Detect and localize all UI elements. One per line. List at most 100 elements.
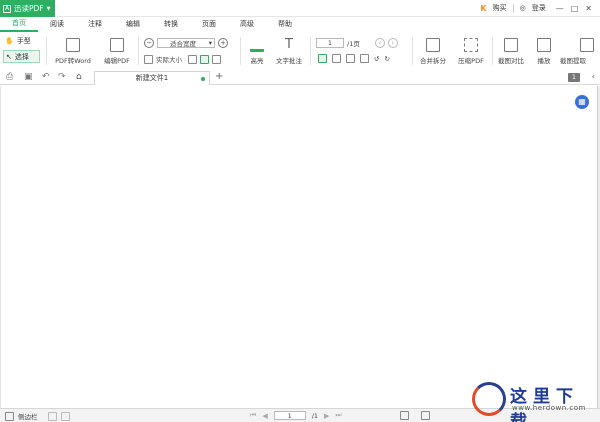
minimize-button[interactable]: — <box>556 4 564 13</box>
hand-label: 手型 <box>16 37 31 45</box>
rotate-left-icon[interactable]: ↺ <box>374 55 379 63</box>
prev-page-button[interactable]: ◀ <box>262 412 267 420</box>
status-back-icon[interactable] <box>47 411 57 421</box>
fit-page-icon[interactable] <box>188 54 197 64</box>
new-tab-button[interactable]: + <box>215 71 223 82</box>
print-icon[interactable]: ⎙ <box>6 72 13 82</box>
zoom-in-icon[interactable]: + <box>218 38 228 48</box>
maximize-button[interactable]: □ <box>571 4 579 13</box>
select-tool-button[interactable]: ↖ 选择 <box>3 50 40 63</box>
status-page-total: /1 <box>311 411 319 420</box>
tab-convert[interactable]: 转换 <box>152 17 190 31</box>
save-icon[interactable]: ▣ <box>24 72 33 82</box>
app-menu-button[interactable]: A 迅读PDF ▼ <box>0 0 55 17</box>
page-nav-row: 1 /1页 ‹ › <box>316 38 398 48</box>
watermark-text: 这里下载 <box>510 387 579 422</box>
play-button[interactable]: 播放 <box>532 33 556 69</box>
redo-icon[interactable]: ↷ <box>58 72 66 82</box>
prev-page-icon[interactable]: ‹ <box>374 38 385 48</box>
fit-width-icon[interactable] <box>200 54 209 64</box>
pdf-to-word-label: PDF转Word <box>55 56 91 65</box>
document-tab-label: 新建文件1 <box>135 74 169 82</box>
document-canvas[interactable]: ▦ <box>0 86 598 408</box>
edit-icon <box>110 37 124 52</box>
login-link[interactable]: 登录 <box>532 3 546 13</box>
edit-pdf-button[interactable]: 编辑PDF <box>100 33 134 69</box>
size-row: 实际大小 <box>144 54 221 64</box>
play-icon <box>537 37 551 52</box>
window-controls: — □ ✕ <box>556 4 592 13</box>
sidebar-toggle[interactable]: 侧边栏 <box>5 411 70 421</box>
hand-tool-button[interactable]: ✋ 手型 <box>5 36 31 46</box>
divider <box>138 37 139 65</box>
compress-button[interactable]: 压缩PDF <box>454 33 488 69</box>
view-switcher <box>400 411 430 420</box>
screenshot-ocr-label: 截图提取 <box>560 56 586 65</box>
merge-split-button[interactable]: 合并拆分 <box>416 33 450 69</box>
text-note-icon: T <box>285 36 293 52</box>
divider <box>310 37 311 65</box>
edit-pdf-label: 编辑PDF <box>104 56 130 65</box>
last-page-icon[interactable]: ⏭ <box>335 411 341 420</box>
watermark-url: www.herdown.com <box>512 404 586 412</box>
divider <box>46 37 47 65</box>
tab-help[interactable]: 帮助 <box>266 17 304 31</box>
single-page-icon[interactable] <box>318 54 327 63</box>
rotate-right-icon[interactable]: ↻ <box>384 55 389 63</box>
page-count-badge: 1 <box>568 73 580 82</box>
tab-home[interactable]: 首页 <box>0 16 38 32</box>
fit-text-icon[interactable] <box>212 54 221 64</box>
zoom-out-icon[interactable]: − <box>144 38 154 48</box>
undo-icon[interactable]: ↶ <box>42 72 50 82</box>
top-right-controls: K 购买 ◎ 登录 — □ ✕ <box>480 2 592 14</box>
user-icon: ◎ <box>519 4 526 12</box>
select-label: 选择 <box>14 52 29 61</box>
cursor-icon: ↖ <box>6 52 12 61</box>
sidebar-icon <box>5 411 14 421</box>
status-page-input[interactable]: 1 <box>273 411 306 420</box>
first-page-icon[interactable]: ⏮ <box>250 411 256 420</box>
page-total: /1页 <box>347 40 360 48</box>
collapse-ribbon-icon[interactable]: ‹ <box>592 72 595 81</box>
next-page-button[interactable]: ▶ <box>324 412 329 420</box>
tab-advanced[interactable]: 高级 <box>228 17 266 31</box>
unsaved-dot-icon <box>201 77 205 81</box>
zoom-select-value: 适合宽度 <box>170 40 196 48</box>
status-forward-icon[interactable] <box>60 411 70 421</box>
next-page-icon[interactable]: › <box>387 38 398 48</box>
tab-edit[interactable]: 编辑 <box>114 17 152 31</box>
compare-icon <box>504 37 518 52</box>
chevron-down-icon: ▾ <box>208 39 212 47</box>
page-input[interactable]: 1 <box>316 38 344 48</box>
zoom-select[interactable]: 适合宽度 ▾ <box>157 38 215 48</box>
buy-link[interactable]: 购买 <box>493 3 507 13</box>
view-single-icon[interactable] <box>400 411 409 420</box>
page-navigation: ⏮ ◀ 1 /1 ▶ ⏭ <box>250 411 342 420</box>
divider <box>412 37 413 65</box>
tab-page[interactable]: 页面 <box>190 17 228 31</box>
actual-size-button[interactable]: 实际大小 <box>156 54 182 64</box>
view-continuous-icon[interactable] <box>421 411 430 420</box>
sidebar-label: 侧边栏 <box>18 413 38 421</box>
highlight-button[interactable]: 高亮 <box>244 33 270 69</box>
text-note-button[interactable]: T 文字批注 <box>272 33 306 69</box>
tab-annotate[interactable]: 注释 <box>76 17 114 31</box>
app-name: 迅读PDF <box>14 4 44 13</box>
close-button[interactable]: ✕ <box>585 4 592 13</box>
document-tab[interactable]: 新建文件1 <box>94 71 210 85</box>
two-page-icon[interactable] <box>346 54 355 63</box>
title-bar: A 迅读PDF ▼ K 购买 ◎ 登录 — □ ✕ <box>0 0 600 17</box>
text-note-label: 文字批注 <box>276 56 302 65</box>
divider <box>492 37 493 65</box>
compress-icon <box>464 37 478 52</box>
pdf-to-word-button[interactable]: PDF转Word <box>52 33 94 69</box>
merge-icon <box>426 37 440 52</box>
screenshot-compare-button[interactable]: 截图对比 <box>494 33 528 69</box>
tab-read[interactable]: 阅读 <box>38 17 76 31</box>
two-page-continuous-icon[interactable] <box>360 54 369 63</box>
floating-tool-button[interactable]: ▦ <box>575 95 589 109</box>
zoom-row: − 适合宽度 ▾ + <box>144 38 228 48</box>
home-icon[interactable]: ⌂ <box>76 72 82 82</box>
continuous-icon[interactable] <box>332 54 341 63</box>
screenshot-ocr-button[interactable]: 截图提取 <box>560 33 600 69</box>
